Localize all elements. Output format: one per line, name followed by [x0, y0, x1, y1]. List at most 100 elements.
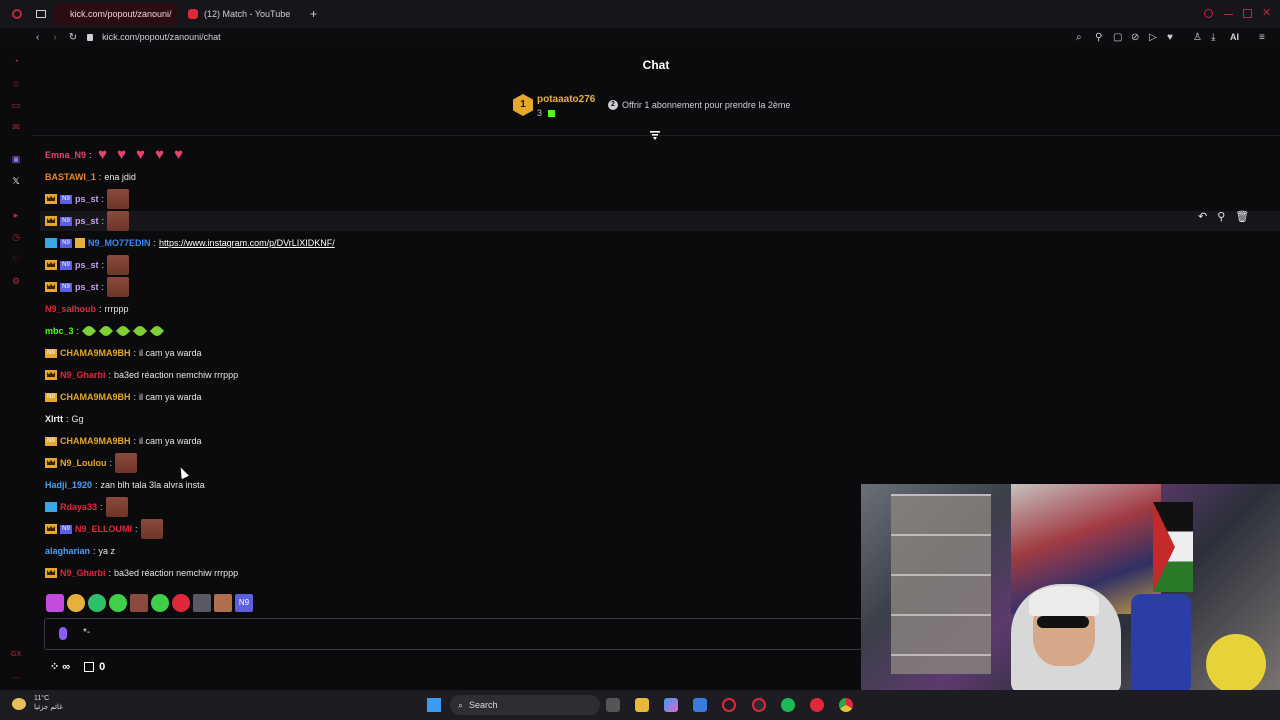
chat-message[interactable]: mbc_3: — [45, 320, 165, 342]
message-link[interactable]: https://www.instagram.com/p/DVrLIXIDKNF/ — [159, 238, 335, 248]
app-red-icon[interactable] — [810, 698, 824, 712]
microphone-icon[interactable] — [59, 627, 67, 640]
username[interactable]: N9_Loulou — [60, 458, 107, 468]
username[interactable]: N9_Gharbi — [60, 370, 106, 380]
ai-button[interactable]: AI — [1230, 32, 1239, 42]
username[interactable]: ps_st — [75, 260, 99, 270]
chat-message[interactable]: Emna_N9: ♥ ♥ ♥ ♥ ♥ — [45, 144, 187, 166]
x-icon[interactable]: 𝕏 — [11, 176, 21, 186]
account-icon[interactable]: ♙ — [1193, 32, 1202, 43]
pin-message-icon[interactable]: ⚲ — [1217, 210, 1225, 223]
username[interactable]: ps_st — [75, 194, 99, 204]
windows-start-icon[interactable] — [427, 698, 441, 712]
download-icon[interactable]: ⤓ — [1211, 32, 1215, 43]
minimize-icon[interactable] — [1224, 14, 1233, 15]
twitch-icon[interactable]: ▣ — [11, 154, 21, 164]
username[interactable]: Xlrtt — [45, 414, 63, 424]
opera-icon[interactable] — [722, 698, 736, 712]
chat-message[interactable]: N9_Loulou: — [45, 452, 138, 474]
collapse-filter-icon[interactable] — [650, 131, 660, 140]
tab-manager-icon[interactable] — [36, 10, 46, 18]
zoom-icon[interactable]: ⌕ — [1076, 32, 1082, 43]
weather-icon[interactable] — [12, 698, 26, 710]
forward-icon[interactable]: › — [53, 32, 56, 43]
username[interactable]: BASTAWI_1 — [45, 172, 96, 182]
settings-icon[interactable]: ⚙ — [11, 276, 21, 286]
connections-icon[interactable]: ⁘ ∞ — [50, 660, 70, 674]
delete-icon[interactable]: 🗑 — [1235, 210, 1249, 223]
chrome-icon[interactable] — [839, 698, 853, 712]
chat-message[interactable]: N9_salhoub: rrrppp — [45, 298, 129, 320]
screenshot-icon[interactable]: ▢ — [1113, 32, 1122, 43]
mail-icon[interactable]: ✉ — [11, 122, 21, 132]
emote-face-icon[interactable] — [130, 594, 148, 612]
reload-icon[interactable]: ↻ — [69, 32, 77, 43]
chat-message[interactable]: BASTAWI_1: ena jdid — [45, 166, 136, 188]
close-window-icon[interactable]: ✕ — [1262, 6, 1271, 19]
url-field[interactable]: kick.com/popout/zanouni/chat — [102, 32, 221, 42]
bag-icon[interactable]: ⌂ — [11, 78, 21, 88]
username[interactable]: N9_ELLOUMI — [75, 524, 132, 534]
chat-message[interactable]: N9 CHAMA9MA9BH: il cam ya warda — [45, 386, 202, 408]
username[interactable]: N9_Gharbi — [60, 568, 106, 578]
chat-message[interactable]: N9 CHAMA9MA9BH: il cam ya warda — [45, 430, 202, 452]
messenger-icon[interactable]: ▭ — [11, 100, 21, 110]
spotify-icon[interactable] — [781, 698, 795, 712]
file-explorer-icon[interactable] — [635, 698, 649, 712]
emote-butterfly-icon[interactable] — [46, 594, 64, 612]
opera-gx-icon[interactable] — [752, 698, 766, 712]
chat-message[interactable]: N9 N9_ELLOUMI: — [45, 518, 163, 540]
emote-girl-icon[interactable] — [214, 594, 232, 612]
chat-message[interactable]: N9 ps_st: — [45, 254, 130, 276]
gift-sub-offer[interactable]: 2 Offrir 1 abonnement pour prendre la 2è… — [608, 100, 790, 110]
chat-message[interactable]: N9_Gharbi: ba3ed réaction nemchiw rrrppp — [45, 364, 238, 386]
more-icon[interactable]: … — [11, 670, 21, 680]
weather-widget[interactable]: 11°C غائم جزئيا — [34, 694, 63, 712]
username[interactable]: ps_st — [75, 216, 99, 226]
chat-message[interactable]: N9 N9_MO77EDIN: https://www.instagram.co… — [45, 232, 335, 254]
username[interactable]: CHAMA9MA9BH — [60, 348, 131, 358]
chat-message[interactable]: N9 ps_st: — [45, 276, 130, 298]
username[interactable]: N9_MO77EDIN — [88, 238, 151, 248]
emote-person-icon[interactable] — [193, 594, 211, 612]
chat-message[interactable]: N9 CHAMA9MA9BH: il cam ya warda — [45, 342, 202, 364]
gx-icon[interactable]: GX — [11, 650, 21, 660]
opera-logo-icon[interactable] — [12, 9, 22, 19]
emote-clover-icon[interactable] — [151, 594, 169, 612]
menu-icon[interactable]: ≡ — [1259, 32, 1265, 43]
username[interactable]: ps_st — [75, 282, 99, 292]
gifter-username[interactable]: potaaato276 — [537, 94, 595, 105]
chat-message[interactable]: N9 ps_st: — [45, 188, 130, 210]
reply-icon[interactable]: ↶ — [1198, 210, 1207, 223]
emote-frog-icon[interactable] — [109, 594, 127, 612]
heart-side-icon[interactable]: ♡ — [11, 254, 21, 264]
chat-message[interactable]: alagharian: ya z — [45, 540, 115, 562]
username[interactable]: mbc_3 — [45, 326, 74, 336]
tab-youtube[interactable]: (12) Match - YouTube — [178, 3, 304, 25]
emote-record-icon[interactable] — [172, 594, 190, 612]
username[interactable]: Hadji_1920 — [45, 480, 92, 490]
username[interactable]: CHAMA9MA9BH — [60, 436, 131, 446]
heart-icon[interactable]: ♥ — [1167, 32, 1173, 43]
chat-message[interactable]: Rdaya33: — [45, 496, 128, 518]
adblock-icon[interactable]: ⊘ — [1131, 32, 1139, 43]
taskbar-search[interactable]: ⌕ Search — [450, 695, 600, 715]
gift-counter[interactable]: 0 — [84, 661, 105, 673]
username[interactable]: alagharian — [45, 546, 90, 556]
maximize-icon[interactable] — [1243, 9, 1252, 18]
username[interactable]: CHAMA9MA9BH — [60, 392, 131, 402]
play-icon[interactable]: ▷ — [1149, 32, 1157, 43]
chat-input[interactable]: *- — [44, 618, 862, 650]
history-icon[interactable]: ◔ — [11, 56, 21, 66]
chat-message[interactable]: N9 ps_st: — [45, 210, 130, 232]
emote-skull-icon[interactable] — [88, 594, 106, 612]
clock-icon[interactable]: ◷ — [11, 232, 21, 242]
username[interactable]: Emna_N9 — [45, 150, 86, 160]
back-icon[interactable]: ‹ — [36, 32, 39, 43]
chat-message[interactable]: N9_Gharbi: ba3ed réaction nemchiw rrrppp — [45, 562, 238, 584]
player-icon[interactable]: ▸ — [11, 210, 21, 220]
pin-icon[interactable]: ⚲ — [1095, 32, 1102, 43]
chat-message[interactable]: Xlrtt: Gg — [45, 408, 84, 430]
emote-cat-icon[interactable] — [67, 594, 85, 612]
task-view-icon[interactable] — [606, 698, 620, 712]
